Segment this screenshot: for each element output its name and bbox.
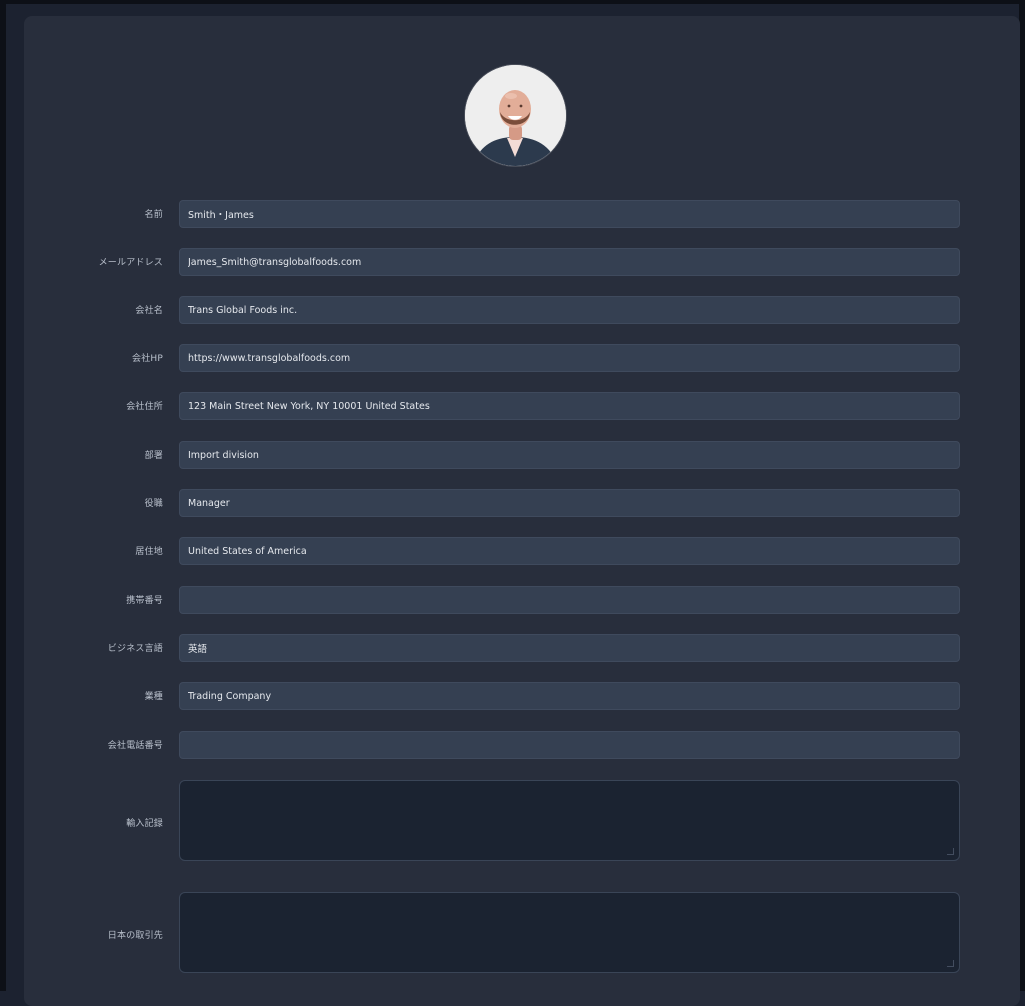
label-company: 会社名: [135, 306, 163, 316]
label-company-phone: 会社電話番号: [107, 741, 163, 751]
person-photo-avatar-icon: [465, 65, 566, 166]
label-mobile: 携帯番号: [126, 596, 163, 606]
name-input[interactable]: [179, 200, 960, 228]
label-business-language: ビジネス言語: [107, 644, 163, 654]
industry-input[interactable]: [179, 682, 960, 710]
label-name: 名前: [144, 210, 163, 220]
company-phone-input[interactable]: [179, 731, 960, 759]
resize-handle-icon[interactable]: [947, 960, 954, 967]
department-input[interactable]: [179, 441, 960, 469]
label-company-address: 会社住所: [126, 402, 163, 412]
label-department: 部署: [144, 451, 163, 461]
company-address-input[interactable]: [179, 392, 960, 420]
resize-handle-icon[interactable]: [947, 848, 954, 855]
business-language-input[interactable]: [179, 634, 960, 662]
label-industry: 業種: [144, 692, 163, 702]
import-record-textarea[interactable]: [179, 780, 960, 861]
company-hp-input[interactable]: [179, 344, 960, 372]
label-japan-partners: 日本の取引先: [107, 931, 163, 941]
label-email: メールアドレス: [98, 258, 163, 268]
email-input[interactable]: [179, 248, 960, 276]
label-company-hp: 会社HP: [132, 354, 163, 364]
company-input[interactable]: [179, 296, 960, 324]
label-import-record: 輸入記録: [126, 819, 163, 829]
label-residence: 居住地: [135, 547, 163, 557]
japan-partners-textarea[interactable]: [179, 892, 960, 973]
position-input[interactable]: [179, 489, 960, 517]
label-position: 役職: [144, 499, 163, 509]
mobile-input[interactable]: [179, 586, 960, 614]
profile-avatar[interactable]: [465, 65, 566, 166]
residence-input[interactable]: [179, 537, 960, 565]
